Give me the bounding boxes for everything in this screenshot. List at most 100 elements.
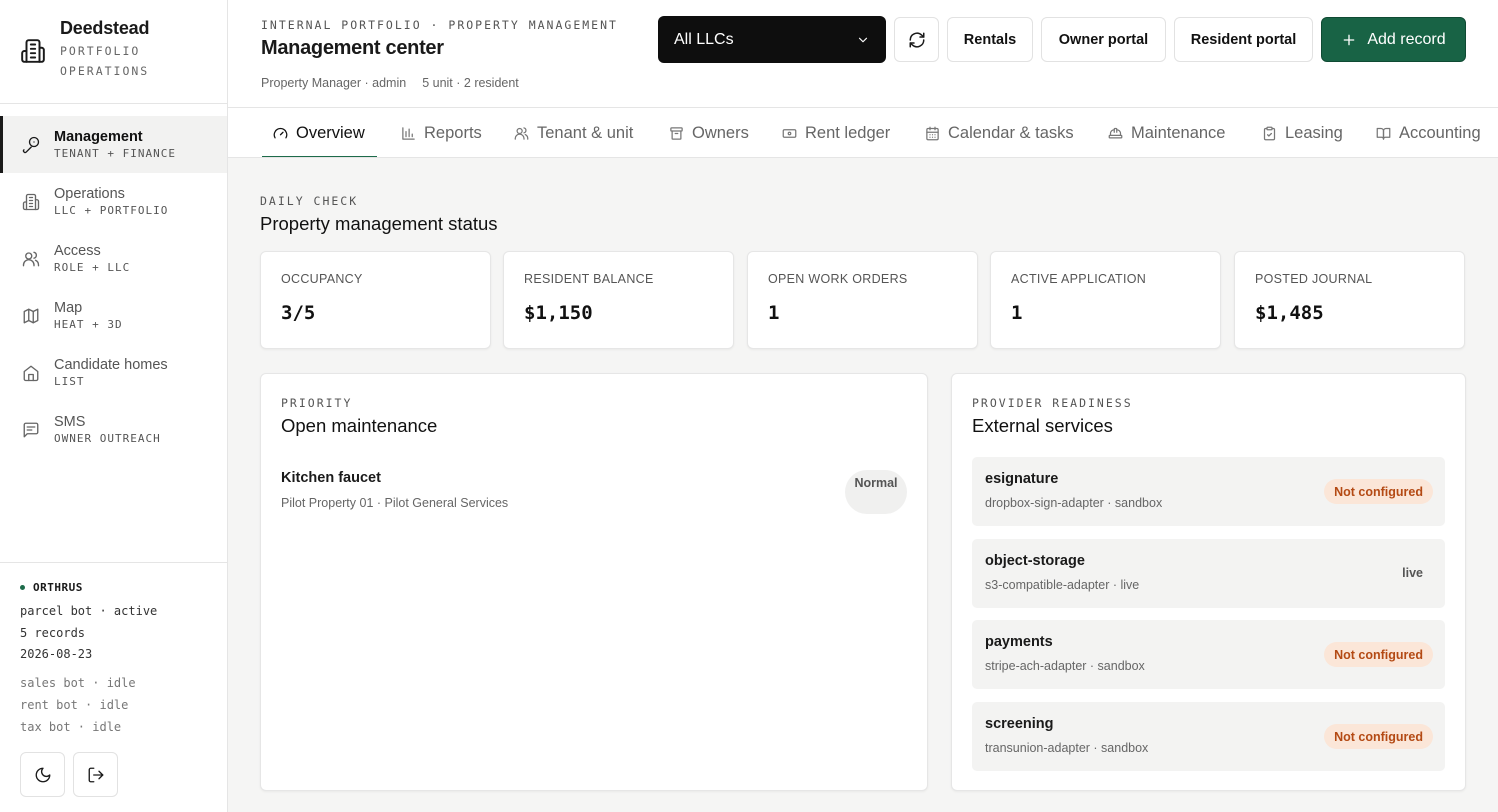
- clipboard-icon: [1263, 126, 1276, 140]
- tab-owners[interactable]: Owners: [669, 108, 749, 157]
- stat-card-occupancy: OCCUPANCY 3/5: [260, 251, 491, 349]
- llc-select-value: All LLCs: [674, 30, 734, 48]
- resident-portal-button[interactable]: Resident portal: [1174, 17, 1313, 62]
- header-meta-user: Property Manager · admin: [261, 76, 407, 90]
- stat-value: 3/5: [281, 302, 316, 324]
- brand-subtitle-line: OPERATIONS: [60, 64, 150, 78]
- tab-calendar-tasks[interactable]: Calendar & tasks: [925, 108, 1074, 157]
- tab-overview[interactable]: Overview: [262, 108, 377, 157]
- bar-chart-icon: [402, 126, 415, 140]
- tab-accounting[interactable]: Accounting: [1376, 108, 1481, 157]
- bot-status-line: 5 records: [20, 625, 86, 640]
- stat-label: POSTED JOURNAL: [1255, 272, 1373, 286]
- tab-label: Overview: [296, 123, 365, 142]
- sidebar-item-sub: ROLE + LLC: [54, 260, 131, 274]
- service-name: screening: [985, 716, 1054, 732]
- tab-maintenance[interactable]: Maintenance: [1108, 108, 1225, 157]
- bot-panel-title: ORTHRUS: [20, 581, 207, 594]
- services-eyebrow: PROVIDER READINESS: [972, 396, 1133, 410]
- service-row-esignature[interactable]: esignature dropbox-sign-adapter · sandbo…: [972, 457, 1445, 526]
- sidebar-item-sub: LIST: [54, 374, 85, 388]
- stat-label: RESIDENT BALANCE: [524, 272, 654, 286]
- sidebar-item-access[interactable]: Access ROLE + LLC: [0, 230, 227, 287]
- stat-value: 1: [768, 302, 780, 324]
- rentals-button[interactable]: Rentals: [947, 17, 1033, 62]
- maintenance-eyebrow: PRIORITY: [281, 396, 353, 410]
- sidebar-item-operations[interactable]: Operations LLC + PORTFOLIO: [0, 173, 227, 230]
- status-badge: Not configured: [1324, 479, 1433, 504]
- stat-card-active-application: ACTIVE APPLICATION 1: [990, 251, 1221, 349]
- page-header: INTERNAL PORTFOLIO · PROPERTY MANAGEMENT…: [228, 0, 1498, 108]
- tab-label: Reports: [424, 123, 482, 142]
- llc-select[interactable]: All LLCs: [658, 16, 886, 63]
- bot-status-line: 2026-08-23: [20, 647, 93, 661]
- key-icon: [22, 136, 40, 153]
- sidebar-item-sub: OWNER OUTREACH: [54, 431, 161, 445]
- service-sub: transunion-adapter · sandbox: [985, 741, 1149, 755]
- logout-button[interactable]: [73, 752, 118, 797]
- archive-icon: [670, 126, 683, 140]
- sidebar-item-label: Candidate homes: [54, 356, 168, 373]
- service-name: esignature: [985, 471, 1059, 487]
- home-icon: [23, 365, 39, 381]
- brand: Deedstead PORTFOLIO OPERATIONS: [20, 18, 149, 81]
- moon-icon: [35, 767, 50, 782]
- tab-reports[interactable]: Reports: [401, 108, 482, 157]
- map-icon: [23, 308, 39, 323]
- status-badge: Not configured: [1324, 724, 1433, 749]
- building-icon: [22, 193, 40, 210]
- header-meta: Property Manager · admin 5 unit · 2 resi…: [261, 76, 519, 90]
- brand-subtitle-line: PORTFOLIO: [60, 44, 141, 58]
- service-sub: stripe-ach-adapter · sandbox: [985, 659, 1145, 673]
- sidebar-actions: [20, 752, 118, 797]
- tab-label: Rent ledger: [805, 123, 891, 142]
- services-title: External services: [972, 415, 1113, 436]
- stat-label: OPEN WORK ORDERS: [768, 272, 908, 286]
- banknote-icon: [782, 128, 797, 138]
- add-record-label: Add record: [1367, 30, 1446, 48]
- sidebar-item-sub: TENANT + FINANCE: [54, 146, 176, 160]
- book-icon: [1376, 127, 1391, 140]
- page-title: Management center: [261, 37, 444, 59]
- sidebar-item-label: Access: [54, 242, 101, 259]
- sidebar-item-management[interactable]: Management TENANT + FINANCE: [0, 116, 227, 173]
- add-record-button[interactable]: Add record: [1321, 17, 1466, 62]
- owner-portal-button[interactable]: Owner portal: [1041, 17, 1166, 62]
- maintenance-title: Open maintenance: [281, 415, 438, 436]
- service-row-screening[interactable]: screening transunion-adapter · sandbox N…: [972, 702, 1445, 771]
- bot-status-lines: parcel bot · active 5 records 2026-08-23: [20, 601, 207, 666]
- sidebar-item-candidate-homes[interactable]: Candidate homes LIST: [0, 344, 227, 401]
- users-icon: [22, 251, 40, 266]
- bot-idle-line: sales bot · idle: [20, 675, 136, 690]
- plus-icon: [1344, 34, 1355, 45]
- tab-leasing[interactable]: Leasing: [1262, 108, 1343, 157]
- service-row-payments[interactable]: payments stripe-ach-adapter · sandbox No…: [972, 620, 1445, 689]
- maintenance-card: PRIORITY Open maintenance Kitchen faucet…: [260, 373, 928, 791]
- service-name: object-storage: [985, 553, 1085, 569]
- stat-label: ACTIVE APPLICATION: [1011, 272, 1147, 286]
- hard-hat-icon: [1108, 127, 1123, 138]
- sidebar-item-label: SMS: [54, 413, 86, 430]
- sidebar-item-label: Management: [54, 128, 143, 145]
- service-row-object-storage[interactable]: object-storage s3-compatible-adapter · l…: [972, 539, 1445, 608]
- stat-card-posted-journal: POSTED JOURNAL $1,485: [1234, 251, 1465, 349]
- service-sub: s3-compatible-adapter · live: [985, 578, 1140, 592]
- tab-tenant-unit[interactable]: Tenant & unit: [514, 108, 633, 157]
- sidebar-item-map[interactable]: Map HEAT + 3D: [0, 287, 227, 344]
- status-badge: Not configured: [1324, 642, 1433, 667]
- refresh-button[interactable]: [894, 17, 939, 62]
- status-eyebrow: DAILY CHECK: [260, 194, 359, 208]
- stat-card-resident-balance: RESIDENT BALANCE $1,150: [503, 251, 734, 349]
- calendar-icon: [926, 126, 939, 140]
- tab-rent-ledger[interactable]: Rent ledger: [782, 108, 891, 157]
- sidebar-item-label: Map: [54, 299, 83, 316]
- sidebar: Deedstead PORTFOLIO OPERATIONS Managemen…: [0, 0, 228, 812]
- theme-toggle-button[interactable]: [20, 752, 65, 797]
- sidebar-nav: Management TENANT + FINANCE Operations L…: [0, 116, 227, 458]
- stat-value: $1,485: [1255, 302, 1324, 324]
- tab-bar: Overview Reports Tenant & unit Owners Re…: [228, 108, 1498, 158]
- sidebar-item-label: Operations: [54, 185, 125, 202]
- sidebar-item-sms[interactable]: SMS OWNER OUTREACH: [0, 401, 227, 458]
- priority-badge: Normal: [845, 470, 907, 514]
- stat-label: OCCUPANCY: [281, 272, 363, 286]
